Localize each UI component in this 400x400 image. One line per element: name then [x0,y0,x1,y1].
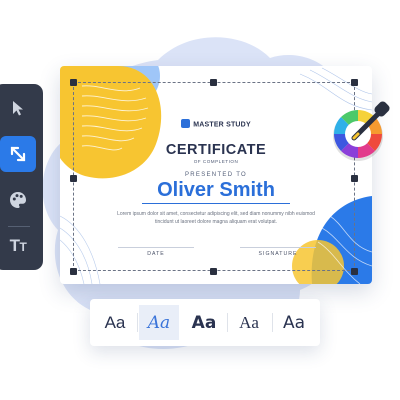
font-option-serif[interactable]: Aa [229,305,269,340]
resize-handle-top-right[interactable] [351,79,358,86]
resize-handle-right[interactable] [351,175,358,182]
font-option-rounded[interactable]: Aa [274,305,314,340]
font-divider [272,313,273,332]
select-tool-button[interactable] [0,90,36,126]
font-option-script-italic[interactable]: Aa [139,305,179,340]
selection-frame [73,82,355,271]
resize-handle-bottom-right[interactable] [351,268,358,275]
resize-handle-top[interactable] [210,79,217,86]
palette-icon [10,192,26,208]
text-size-icon: TT [9,236,27,255]
resize-handle-bottom-left[interactable] [70,268,77,275]
font-option-sans-bold[interactable]: Aa [184,305,224,340]
resize-handle-bottom[interactable] [210,268,217,275]
cursor-icon [13,101,23,116]
font-divider [227,313,228,332]
font-option-sans[interactable]: Aa [95,305,135,340]
font-divider [137,313,138,332]
resize-handle-left[interactable] [70,175,77,182]
resize-icon [10,146,26,162]
resize-handle-top-left[interactable] [70,79,77,86]
tool-palette: TT [0,84,43,270]
color-picker[interactable] [328,96,400,168]
color-tool-button[interactable] [0,182,36,218]
toolbar-divider [8,226,30,227]
resize-tool-button[interactable] [0,136,36,172]
font-picker: Aa Aa Aa Aa Aa [90,299,320,346]
text-tool-button[interactable]: TT [0,228,36,264]
